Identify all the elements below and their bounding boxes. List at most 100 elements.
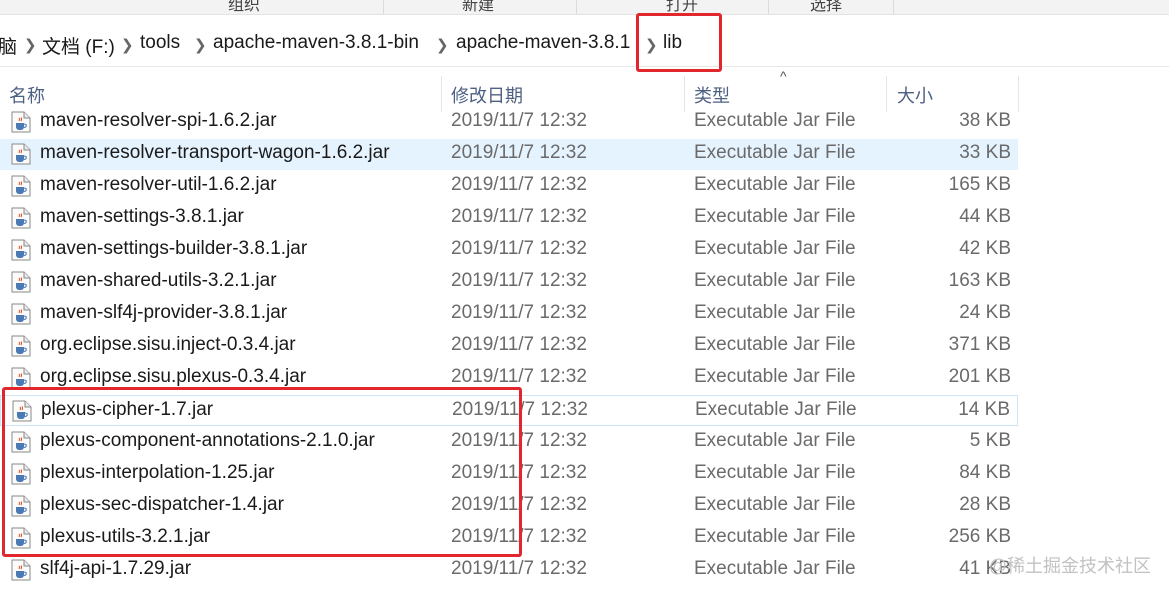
- ribbon-group-new[interactable]: 新建: [462, 0, 494, 15]
- file-type: Executable Jar File: [694, 334, 856, 355]
- breadcrumb: 脑 ❯ 文档 (F:) ❯ tools ❯ apache-maven-3.8.1…: [0, 22, 1169, 66]
- ribbon-divider: [893, 0, 894, 14]
- file-type: Executable Jar File: [695, 399, 857, 420]
- file-row[interactable]: maven-slf4j-provider-3.8.1.jar 2019/11/7 …: [0, 299, 1018, 330]
- chevron-right-icon[interactable]: ❯: [645, 36, 658, 54]
- file-row[interactable]: plexus-utils-3.2.1.jar 2019/11/7 12:32 Exe…: [0, 523, 1018, 554]
- file-name: maven-settings-builder-3.8.1.jar: [40, 238, 308, 259]
- ribbon: 组织 新建 打开 选择: [0, 0, 1169, 15]
- column-header-type[interactable]: 类型: [694, 82, 730, 108]
- breadcrumb-item-drive[interactable]: 文档 (F:): [42, 32, 115, 59]
- ribbon-group-open[interactable]: 打开: [666, 0, 698, 15]
- file-date: 2019/11/7 12:32: [451, 494, 587, 515]
- file-row[interactable]: slf4j-api-1.7.29.jar 2019/11/7 12:32 Execu…: [0, 555, 1018, 586]
- file-name: org.eclipse.sisu.plexus-0.3.4.jar: [40, 366, 307, 387]
- file-row[interactable]: plexus-cipher-1.7.jar 2019/11/7 12:32 Exec…: [0, 395, 1018, 426]
- file-name: plexus-cipher-1.7.jar: [41, 399, 214, 420]
- file-type: Executable Jar File: [694, 430, 856, 451]
- file-date: 2019/11/7 12:32: [451, 462, 587, 483]
- ribbon-group-select[interactable]: 选择: [810, 0, 842, 15]
- chevron-right-icon[interactable]: ❯: [24, 36, 37, 54]
- file-row[interactable]: maven-resolver-spi-1.6.2.jar 2019/11/7 12…: [0, 107, 1018, 138]
- file-name: maven-resolver-transport-wagon-1.6.2.jar: [40, 142, 390, 163]
- java-jar-icon: [11, 367, 31, 389]
- file-date: 2019/11/7 12:32: [452, 399, 588, 420]
- file-type: Executable Jar File: [694, 526, 856, 547]
- file-type: Executable Jar File: [694, 238, 856, 259]
- file-type: Executable Jar File: [694, 270, 856, 291]
- file-row[interactable]: maven-resolver-util-1.6.2.jar 2019/11/7 1…: [0, 171, 1018, 202]
- file-row[interactable]: maven-resolver-transport-wagon-1.6.2.jar…: [0, 139, 1018, 170]
- file-size: 38 KB: [959, 110, 1011, 131]
- file-name: maven-slf4j-provider-3.8.1.jar: [40, 302, 288, 323]
- file-date: 2019/11/7 12:32: [451, 430, 587, 451]
- breadcrumb-item-lib[interactable]: lib: [663, 32, 682, 54]
- java-jar-icon: [11, 335, 31, 357]
- file-date: 2019/11/7 12:32: [451, 238, 587, 259]
- chevron-right-icon[interactable]: ❯: [194, 36, 207, 54]
- java-jar-icon: [11, 463, 31, 485]
- chevron-right-icon[interactable]: ❯: [436, 36, 449, 54]
- file-size: 42 KB: [959, 238, 1011, 259]
- file-date: 2019/11/7 12:32: [451, 302, 587, 323]
- column-header-size[interactable]: 大小: [897, 82, 933, 108]
- file-size: 33 KB: [959, 142, 1011, 163]
- file-name: slf4j-api-1.7.29.jar: [40, 558, 192, 579]
- file-size: 165 KB: [948, 174, 1011, 195]
- java-jar-icon: [11, 175, 31, 197]
- breadcrumb-item-maven-bin[interactable]: apache-maven-3.8.1-bin: [213, 32, 419, 54]
- file-size: 28 KB: [959, 494, 1011, 515]
- watermark: @稀土掘金技术社区: [988, 556, 1151, 576]
- file-name: plexus-sec-dispatcher-1.4.jar: [40, 494, 284, 515]
- file-date: 2019/11/7 12:32: [451, 366, 587, 387]
- file-name: plexus-interpolation-1.25.jar: [40, 462, 275, 483]
- file-row[interactable]: maven-settings-builder-3.8.1.jar 2019/11/…: [0, 235, 1018, 266]
- java-jar-icon: [12, 400, 32, 422]
- column-divider[interactable]: [1018, 76, 1019, 112]
- java-jar-icon: [11, 527, 31, 549]
- file-date: 2019/11/7 12:32: [451, 142, 587, 163]
- java-jar-icon: [11, 271, 31, 293]
- file-row[interactable]: plexus-component-annotations-2.1.0.jar 20…: [0, 427, 1018, 458]
- file-size: 256 KB: [948, 526, 1011, 547]
- java-jar-icon: [11, 143, 31, 165]
- file-name: maven-settings-3.8.1.jar: [40, 206, 244, 227]
- ribbon-divider: [576, 0, 577, 14]
- column-header-date[interactable]: 修改日期: [451, 82, 523, 108]
- file-name: plexus-component-annotations-2.1.0.jar: [40, 430, 375, 451]
- file-size: 163 KB: [948, 270, 1011, 291]
- file-name: maven-resolver-util-1.6.2.jar: [40, 174, 277, 195]
- java-jar-icon: [11, 207, 31, 229]
- file-name: plexus-utils-3.2.1.jar: [40, 526, 211, 547]
- file-row[interactable]: plexus-sec-dispatcher-1.4.jar 2019/11/7 1…: [0, 491, 1018, 522]
- file-name: maven-shared-utils-3.2.1.jar: [40, 270, 277, 291]
- java-jar-icon: [11, 239, 31, 261]
- file-type: Executable Jar File: [694, 558, 856, 579]
- file-type: Executable Jar File: [694, 206, 856, 227]
- column-header-name[interactable]: 名称: [9, 82, 45, 108]
- file-date: 2019/11/7 12:32: [451, 558, 587, 579]
- file-size: 5 KB: [969, 430, 1011, 451]
- breadcrumb-item-tools[interactable]: tools: [140, 32, 180, 54]
- breadcrumb-item-maven[interactable]: apache-maven-3.8.1: [456, 32, 630, 54]
- file-type: Executable Jar File: [694, 366, 856, 387]
- file-row[interactable]: maven-shared-utils-3.2.1.jar 2019/11/7 12…: [0, 267, 1018, 298]
- java-jar-icon: [11, 303, 31, 325]
- file-name: org.eclipse.sisu.inject-0.3.4.jar: [40, 334, 296, 355]
- file-date: 2019/11/7 12:32: [451, 270, 587, 291]
- chevron-right-icon[interactable]: ❯: [121, 36, 134, 54]
- ribbon-group-organize[interactable]: 组织: [228, 0, 260, 15]
- java-jar-icon: [11, 559, 31, 581]
- file-row[interactable]: org.eclipse.sisu.plexus-0.3.4.jar 2019/11…: [0, 363, 1018, 394]
- breadcrumb-item-this-pc[interactable]: 脑: [0, 32, 17, 59]
- file-size: 201 KB: [948, 366, 1011, 387]
- file-date: 2019/11/7 12:32: [451, 206, 587, 227]
- file-row[interactable]: maven-settings-3.8.1.jar 2019/11/7 12:32 E…: [0, 203, 1018, 234]
- file-size: 371 KB: [948, 334, 1011, 355]
- file-row[interactable]: org.eclipse.sisu.inject-0.3.4.jar 2019/11…: [0, 331, 1018, 362]
- java-jar-icon: [11, 111, 31, 133]
- ribbon-divider: [768, 0, 769, 14]
- file-date: 2019/11/7 12:32: [451, 110, 587, 131]
- file-type: Executable Jar File: [694, 462, 856, 483]
- file-row[interactable]: plexus-interpolation-1.25.jar 2019/11/7 1…: [0, 459, 1018, 490]
